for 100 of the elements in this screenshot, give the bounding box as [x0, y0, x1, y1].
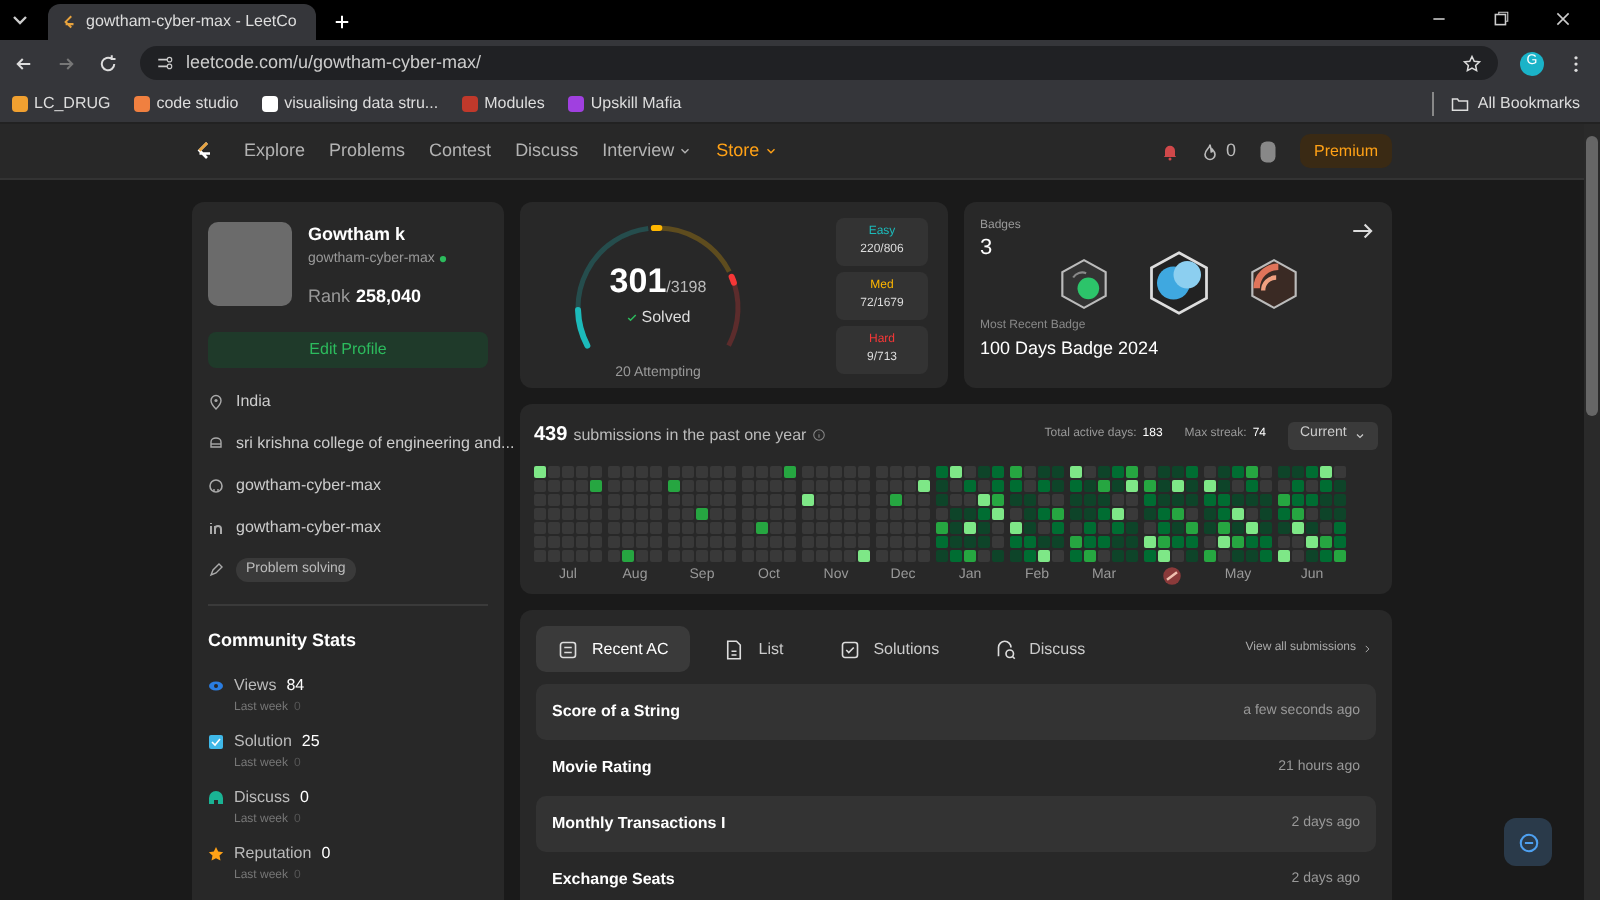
tab[interactable]: Recent AC	[536, 626, 691, 672]
stat-label: Solution	[234, 729, 292, 753]
heatmap-month-drawing	[1144, 466, 1198, 562]
stat-value: 0	[321, 841, 331, 865]
chat-search-icon	[995, 639, 1016, 659]
heatmap-month-drawing	[802, 466, 870, 562]
check-icon	[625, 312, 638, 324]
stat-value: 84	[286, 673, 305, 697]
location-pin-icon	[208, 393, 224, 409]
arrow-right-icon[interactable]	[1350, 218, 1376, 244]
nav-link[interactable]: Store	[716, 137, 778, 165]
forward-icon[interactable]	[56, 53, 76, 73]
recent-badge-name: 100 Days Badge 2024	[980, 336, 1161, 362]
nav-link[interactable]: Explore	[244, 137, 306, 165]
problem-title: Exchange Seats	[552, 868, 675, 892]
hexagon-badge-icon	[1057, 257, 1109, 309]
tab[interactable]: List	[702, 626, 806, 672]
address-bar[interactable]: leetcode.com/u/gowtham-cyber-max/	[140, 46, 1498, 80]
problem-title: Score of a String	[552, 700, 681, 724]
profile-detail[interactable]: gowtham-cyber-max	[236, 515, 381, 539]
photo-placeholder	[208, 222, 292, 306]
site-settings-icon[interactable]	[156, 54, 174, 72]
caret-icon	[763, 144, 778, 158]
linkedin-icon	[208, 519, 224, 535]
solved-label: Solved	[641, 306, 691, 330]
nav-link[interactable]: Problems	[329, 137, 406, 165]
back-icon[interactable]	[14, 53, 34, 73]
heatmap-month-drawing	[608, 466, 662, 562]
tab-title: gowtham-cyber-max - LeetCo	[86, 10, 297, 34]
bookmark-item[interactable]: Upskill Mafia	[568, 92, 682, 116]
list-box-icon	[558, 639, 578, 659]
streak-counter[interactable]: 0	[1199, 137, 1236, 165]
restore-icon[interactable]	[1492, 10, 1510, 28]
check-square-icon	[208, 733, 224, 749]
nav-link[interactable]: Contest	[429, 137, 492, 165]
bookmark-item[interactable]: visualising data stru...	[262, 92, 439, 116]
feedback-button[interactable]	[1504, 818, 1552, 866]
stat-label: Reputation	[234, 841, 312, 865]
problem-title: Monthly Transactions I	[552, 812, 726, 836]
stat-value: 25	[301, 729, 320, 753]
bookmark-item[interactable]: LC_DRUG	[12, 92, 111, 116]
check-square-icon	[839, 639, 860, 659]
rank-label: Rank	[308, 284, 351, 310]
stat-label: Discuss	[234, 785, 291, 809]
folder-icon	[1449, 94, 1470, 114]
rank-value: 258,040	[356, 284, 422, 310]
premium-button[interactable]: Premium	[1299, 134, 1392, 168]
heatmap-month-drawing	[534, 466, 602, 562]
status-dot-icon	[438, 254, 449, 265]
new-tab-icon[interactable]	[332, 12, 352, 32]
bookmark-item[interactable]: code studio	[134, 92, 239, 116]
heatmap-month-drawing	[936, 466, 1004, 562]
document-icon	[724, 639, 745, 659]
profile-detail: sri krishna college of engineering and...	[236, 431, 515, 455]
bookmark-star-icon[interactable]	[1462, 53, 1482, 73]
heatmap-month-drawing	[668, 466, 736, 562]
close-icon[interactable]	[1554, 10, 1572, 28]
flame-icon	[1199, 141, 1220, 161]
heatmap-month-drawing	[876, 466, 930, 562]
heatmap-month-drawing	[1070, 466, 1138, 562]
leetcode-logo-icon	[60, 13, 78, 31]
solved-total: /3198	[666, 275, 707, 299]
profile-detail: India	[236, 389, 271, 413]
bookmark-item[interactable]: Modules	[462, 92, 545, 116]
hexagon-badge-icon	[1247, 257, 1299, 309]
all-bookmarks-button[interactable]: All Bookmarks	[1431, 92, 1580, 116]
school-icon	[208, 435, 224, 451]
star-icon	[208, 845, 224, 861]
caret-icon	[1354, 429, 1366, 441]
browser-tab[interactable]: gowtham-cyber-max - LeetCo	[48, 4, 316, 40]
user-avatar-icon[interactable]	[1255, 139, 1280, 163]
chevron-right-icon	[1362, 644, 1372, 654]
solved-count: 301	[609, 259, 667, 303]
edit-profile-button[interactable]: Edit Profile	[208, 331, 488, 367]
leetcode-logo-icon[interactable]	[192, 139, 216, 163]
tab[interactable]: Solutions	[817, 626, 962, 672]
profile-name: Gowtham k	[308, 222, 408, 248]
badge-icon	[1161, 566, 1181, 586]
heatmap-month-drawing	[1204, 466, 1272, 562]
reload-icon[interactable]	[98, 53, 118, 73]
tab[interactable]: Discuss	[973, 626, 1108, 672]
caret-icon	[678, 144, 693, 158]
submission-count: 439	[534, 422, 568, 450]
heatmap-month-drawing	[742, 466, 796, 562]
hexagon-badge-icon	[1145, 250, 1211, 316]
eye-icon	[208, 677, 224, 693]
notification-bell-icon[interactable]	[1159, 141, 1180, 161]
nav-link[interactable]: Interview	[602, 137, 693, 165]
profile-detail[interactable]: gowtham-cyber-max	[236, 473, 381, 497]
info-icon[interactable]	[812, 428, 827, 442]
section-title: Community Stats	[208, 628, 359, 654]
problem-title: Movie Rating	[552, 756, 652, 780]
url-text: leetcode.com/u/gowtham-cyber-max/	[186, 49, 482, 76]
badges-count: 3	[980, 236, 993, 260]
submissions-caption: submissions in the past one year	[573, 424, 807, 448]
stat-value: 0	[300, 785, 309, 809]
heatmap-month-drawing	[1010, 466, 1064, 562]
stat-label: Views	[234, 673, 277, 697]
nav-link[interactable]: Discuss	[515, 137, 579, 165]
heatmap-month-drawing	[1278, 466, 1346, 562]
